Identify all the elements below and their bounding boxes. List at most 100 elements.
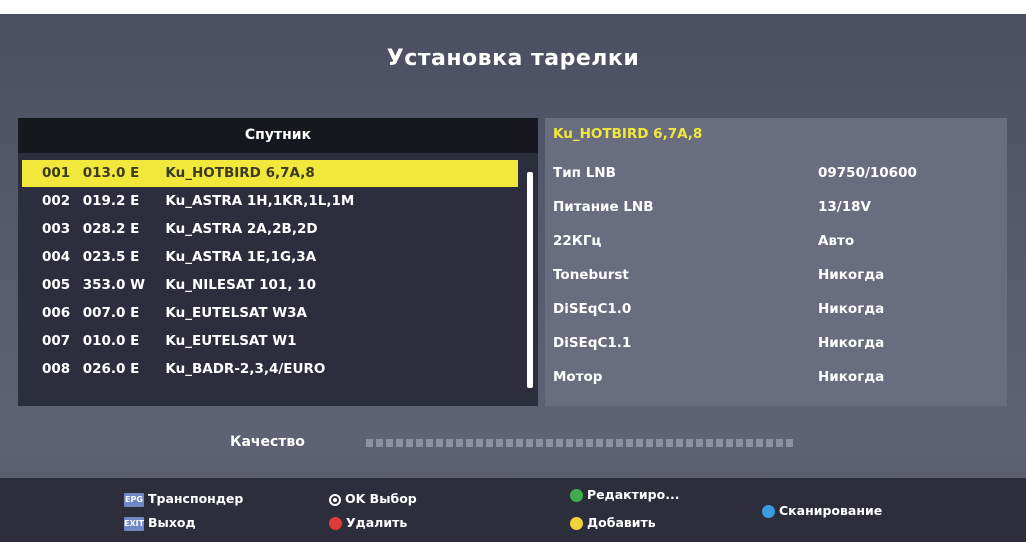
satellite-name: Ku_HOTBIRD 6,7A,8 xyxy=(165,165,315,181)
satellite-name: Ku_ASTRA 1H,1KR,1L,1M xyxy=(165,193,355,209)
quality-segment xyxy=(536,439,543,447)
hint-scan[interactable]: Сканирование xyxy=(762,502,882,520)
param-value: Авто xyxy=(818,233,855,249)
quality-segment xyxy=(666,439,673,447)
param-22khz[interactable]: 22КГц Авто xyxy=(553,228,1003,254)
quality-bar xyxy=(366,439,796,447)
quality-segment xyxy=(566,439,573,447)
satellite-row-3[interactable]: 003 028.2 E Ku_ASTRA 2A,2B,2D xyxy=(22,216,518,243)
quality-segment xyxy=(486,439,493,447)
quality-segment xyxy=(476,439,483,447)
param-label: 22КГц xyxy=(553,233,602,249)
quality-segment xyxy=(616,439,623,447)
satellite-panel: Спутник 001 013.0 E Ku_HOTBIRD 6,7A,8 00… xyxy=(18,118,538,406)
param-label: Toneburst xyxy=(553,267,629,283)
param-value: Никогда xyxy=(818,369,885,385)
satellite-list-scrollbar[interactable] xyxy=(527,172,533,388)
param-diseqc11[interactable]: DiSEqC1.1 Никогда xyxy=(553,330,1003,356)
hint-add[interactable]: Добавить xyxy=(570,514,656,532)
satellite-position: 007.0 E xyxy=(82,305,140,321)
hint-transponder-label: Транспондер xyxy=(148,491,244,506)
quality-segment xyxy=(736,439,743,447)
satellite-number: 007 xyxy=(42,333,71,349)
quality-segment xyxy=(396,439,403,447)
satellite-list-header: Спутник xyxy=(18,118,538,153)
param-toneburst[interactable]: Toneburst Никогда xyxy=(553,262,1003,288)
quality-segment xyxy=(596,439,603,447)
satellite-position: 353.0 W xyxy=(82,277,145,293)
param-label: Мотор xyxy=(553,369,603,385)
satellite-number: 005 xyxy=(42,277,71,293)
blue-button-icon xyxy=(762,505,775,518)
param-lnb-type[interactable]: Тип LNB 09750/10600 xyxy=(553,160,1003,186)
quality-segment xyxy=(446,439,453,447)
quality-segment xyxy=(656,439,663,447)
quality-segment xyxy=(456,439,463,447)
quality-segment xyxy=(786,439,793,447)
exit-key-icon: EXIT xyxy=(124,516,144,531)
quality-segment xyxy=(366,439,373,447)
hint-delete[interactable]: Удалить xyxy=(329,514,407,532)
green-button-icon xyxy=(570,489,583,502)
quality-segment xyxy=(706,439,713,447)
quality-segment xyxy=(626,439,633,447)
param-diseqc10[interactable]: DiSEqC1.0 Никогда xyxy=(553,296,1003,322)
satellite-position: 026.0 E xyxy=(82,361,140,377)
satellite-position: 028.2 E xyxy=(82,221,140,237)
quality-segment xyxy=(696,439,703,447)
hint-add-label: Добавить xyxy=(587,515,656,530)
hint-edit-label: Редактиро... xyxy=(587,487,680,502)
param-label: Питание LNB xyxy=(553,199,654,215)
hint-delete-label: Удалить xyxy=(346,515,408,530)
satellite-row-5[interactable]: 005 353.0 W Ku_NILESAT 101, 10 xyxy=(22,272,518,299)
param-value: 13/18V xyxy=(818,199,871,215)
param-value: Никогда xyxy=(818,335,885,351)
quality-segment xyxy=(646,439,653,447)
quality-segment xyxy=(416,439,423,447)
satellite-name: Ku_NILESAT 101, 10 xyxy=(165,277,316,293)
hint-edit[interactable]: Редактиро... xyxy=(570,486,679,504)
satellite-row-2[interactable]: 002 019.2 E Ku_ASTRA 1H,1KR,1L,1M xyxy=(22,188,518,215)
param-value: 09750/10600 xyxy=(818,165,917,181)
quality-segment xyxy=(586,439,593,447)
hint-scan-label: Сканирование xyxy=(779,503,883,518)
hint-ok-select[interactable]: OK Выбор xyxy=(329,490,417,508)
satellite-number: 008 xyxy=(42,361,71,377)
hint-exit[interactable]: EXIT Выход xyxy=(124,514,196,532)
quality-segment xyxy=(716,439,723,447)
quality-segment xyxy=(746,439,753,447)
satellite-row-4[interactable]: 004 023.5 E Ku_ASTRA 1E,1G,3A xyxy=(22,244,518,271)
selected-satellite-title: Ku_HOTBIRD 6,7A,8 xyxy=(553,126,703,142)
tv-screen: Установка тарелки Спутник 001 013.0 E Ku… xyxy=(0,0,1026,542)
satellite-details-panel: Ku_HOTBIRD 6,7A,8 Тип LNB 09750/10600 Пи… xyxy=(545,118,1007,406)
param-label: DiSEqC1.1 xyxy=(553,335,632,351)
satellite-row-6[interactable]: 006 007.0 E Ku_EUTELSAT W3A xyxy=(22,300,518,327)
satellite-row-8[interactable]: 008 026.0 E Ku_BADR-2,3,4/EURO xyxy=(22,356,518,383)
quality-segment xyxy=(496,439,503,447)
hint-exit-label: Выход xyxy=(148,515,196,530)
satellite-number: 003 xyxy=(42,221,71,237)
quality-segment xyxy=(556,439,563,447)
quality-label: Качество xyxy=(230,434,305,450)
quality-segment xyxy=(686,439,693,447)
satellite-row-7[interactable]: 007 010.0 E Ku_EUTELSAT W1 xyxy=(22,328,518,355)
satellite-number: 001 xyxy=(42,165,71,181)
param-lnb-power[interactable]: Питание LNB 13/18V xyxy=(553,194,1003,220)
quality-segment xyxy=(506,439,513,447)
param-motor[interactable]: Мотор Никогда xyxy=(553,364,1003,390)
page-title: Установка тарелки xyxy=(386,46,640,71)
quality-segment xyxy=(756,439,763,447)
hint-transponder[interactable]: EPG Транспондер xyxy=(124,490,243,508)
red-button-icon xyxy=(329,517,342,530)
quality-segment xyxy=(526,439,533,447)
satellite-position: 023.5 E xyxy=(82,249,140,265)
satellite-name: Ku_ASTRA 2A,2B,2D xyxy=(165,221,318,237)
quality-segment xyxy=(676,439,683,447)
satellite-position: 013.0 E xyxy=(82,165,140,181)
satellite-row-1[interactable]: 001 013.0 E Ku_HOTBIRD 6,7A,8 xyxy=(22,160,518,187)
hint-ok-label: OK Выбор xyxy=(345,491,417,506)
quality-segment xyxy=(576,439,583,447)
quality-segment xyxy=(726,439,733,447)
top-strip xyxy=(0,0,1026,14)
yellow-button-icon xyxy=(570,517,583,530)
